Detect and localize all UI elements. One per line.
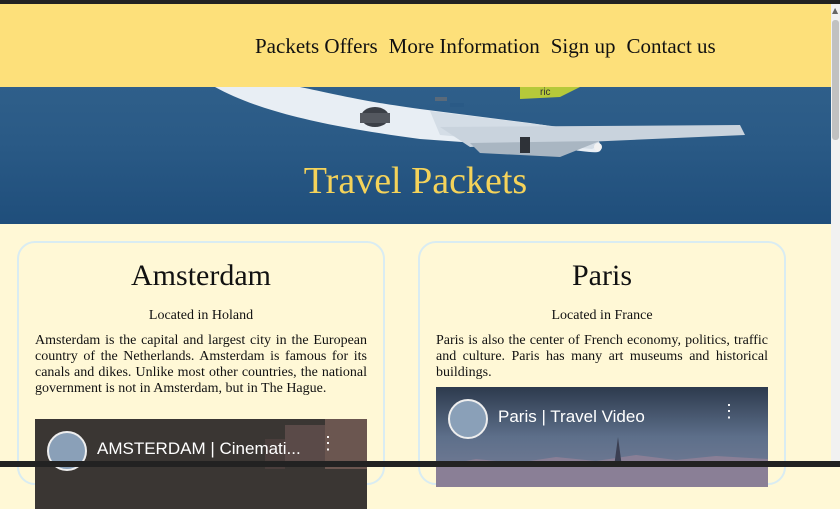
nav-link-packets-offers[interactable]: Packets Offers bbox=[255, 34, 378, 59]
nav-links: Packets Offers More Information Sign up … bbox=[255, 34, 716, 59]
card-location: Located in France bbox=[551, 308, 653, 323]
scroll-up-arrow-icon[interactable]: ▲ bbox=[832, 6, 838, 15]
video-embed-paris[interactable]: Paris | Travel Video ⋮ bbox=[436, 387, 768, 487]
nav-link-more-information[interactable]: More Information bbox=[389, 34, 540, 59]
channel-avatar[interactable] bbox=[448, 399, 488, 439]
scrollbar-thumb[interactable] bbox=[832, 20, 839, 140]
airplane-image: ric bbox=[215, 87, 745, 157]
packets-section: Amsterdam Located in Holand Amsterdam is… bbox=[0, 224, 831, 509]
more-options-icon[interactable]: ⋮ bbox=[720, 402, 738, 420]
more-options-icon[interactable]: ⋮ bbox=[319, 434, 337, 452]
card-location: Located in Holand bbox=[148, 308, 254, 323]
card-description: Paris is also the center of French econo… bbox=[436, 333, 768, 380]
nav-link-sign-up[interactable]: Sign up bbox=[551, 34, 616, 59]
window-bottom-border bbox=[0, 461, 840, 467]
card-description: Amsterdam is the capital and largest cit… bbox=[35, 333, 367, 396]
hero-title: Travel Packets bbox=[303, 160, 528, 202]
page-scrollbar[interactable]: ▲ bbox=[831, 4, 840, 467]
card-paris: Paris Located in France Paris is also th… bbox=[418, 241, 786, 487]
video-title[interactable]: Paris | Travel Video bbox=[498, 407, 645, 427]
card-title: Paris bbox=[572, 259, 632, 292]
hero-banner: ric Travel Packets bbox=[0, 87, 831, 224]
video-title[interactable]: AMSTERDAM | Cinemati... bbox=[97, 439, 301, 459]
svg-text:ric: ric bbox=[540, 87, 551, 98]
card-amsterdam: Amsterdam Located in Holand Amsterdam is… bbox=[17, 241, 385, 509]
nav-link-contact-us[interactable]: Contact us bbox=[626, 34, 715, 59]
card-title: Amsterdam bbox=[131, 259, 271, 292]
video-thumbnail bbox=[436, 387, 768, 487]
navbar: Packets Offers More Information Sign up … bbox=[0, 4, 831, 87]
